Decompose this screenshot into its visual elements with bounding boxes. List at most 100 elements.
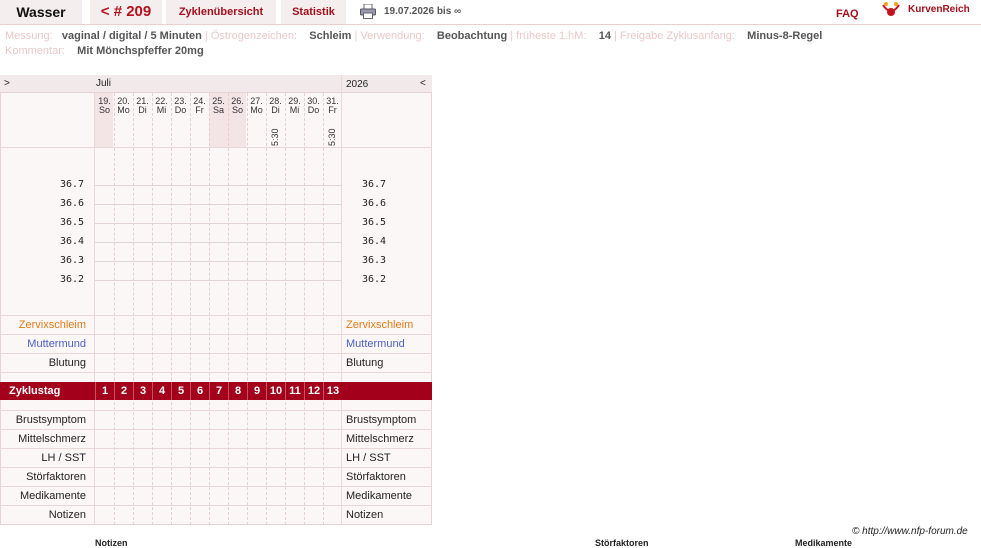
temp-label-right: 36.3 <box>362 255 387 266</box>
hm-value: 14 <box>598 30 611 42</box>
temp-label-left: 36.2 <box>60 274 85 285</box>
day-divider <box>114 93 115 525</box>
day-weekday: Sa <box>212 105 224 115</box>
hm-label: früheste 1.hM: <box>516 30 587 42</box>
stoerfaktoren-section-heading: Störfaktoren <box>595 538 649 548</box>
month-label: Juli <box>96 78 112 89</box>
stoerfaktoren-label-right[interactable]: Störfaktoren <box>346 468 406 486</box>
day-weekday: Do <box>307 105 320 115</box>
lh-sst-label-right[interactable]: LH / SST <box>346 449 391 467</box>
stoerfaktoren-label-left[interactable]: Störfaktoren <box>0 468 86 486</box>
zyklustag-number: 7 <box>209 382 228 400</box>
zyklustag-number: 2 <box>114 382 133 400</box>
temp-label-right: 36.2 <box>362 274 387 285</box>
day-weekday: Di <box>138 105 147 115</box>
day-header-divider <box>0 147 432 148</box>
messung-value: vaginal / digital / 5 Minuten <box>61 30 202 42</box>
statistics-tab[interactable]: Statistik <box>281 0 346 24</box>
day-divider <box>323 93 324 525</box>
temp-label-left: 36.7 <box>60 179 85 190</box>
info-line-1: Messung: vaginal / digital / 5 Minuten |… <box>5 30 823 42</box>
zyklustag-number: 13 <box>323 382 342 400</box>
brustsymptom-label-right[interactable]: Brustsymptom <box>346 411 416 429</box>
temp-label-right: 36.5 <box>362 217 387 228</box>
day-divider <box>266 93 267 525</box>
brustsymptom-label-left[interactable]: Brustsymptom <box>0 411 86 429</box>
zyklustag-number: 9 <box>247 382 266 400</box>
blutung-label-left[interactable]: Blutung <box>0 354 86 372</box>
kurvenreich-logo-text[interactable]: KurvenReich <box>908 0 970 20</box>
faq-link[interactable]: FAQ <box>836 3 859 25</box>
top-divider <box>0 24 981 25</box>
notizen-label-right[interactable]: Notizen <box>346 506 383 524</box>
day-divider <box>304 93 305 525</box>
zyklustag-number: 11 <box>285 382 304 400</box>
verwendung-label: Verwendung: <box>360 30 425 42</box>
temp-label-left: 36.3 <box>60 255 85 266</box>
day-weekday: So <box>98 105 110 115</box>
zyklustag-number: 4 <box>152 382 171 400</box>
kommentar-label: Kommentar: <box>5 45 65 57</box>
notizen-label-left[interactable]: Notizen <box>0 506 86 524</box>
row-divider <box>0 372 432 373</box>
zyklustag-number: 1 <box>95 382 114 400</box>
verwendung-value: Beobachtung <box>436 30 508 42</box>
day-weekday: Mi <box>289 105 300 115</box>
zyklustag-number: 6 <box>190 382 209 400</box>
printer-icon[interactable] <box>360 4 376 19</box>
zyklustag-number: 10 <box>266 382 285 400</box>
freigabe-value: Minus-8-Regel <box>747 30 823 42</box>
zyklustag-label: Zyklustag <box>9 385 61 397</box>
messung-label: Messung: <box>5 30 53 42</box>
day-divider <box>247 93 248 525</box>
day-divider <box>152 93 153 525</box>
muttermund-label-right[interactable]: Muttermund <box>346 335 405 353</box>
year-label: 2026 <box>346 79 369 90</box>
left-column-divider <box>94 93 95 525</box>
day-weekday: Fr <box>328 105 337 115</box>
temp-label-right: 36.7 <box>362 179 387 190</box>
day-divider <box>285 93 286 525</box>
day-divider <box>133 93 134 525</box>
day-weekday: So <box>231 105 243 115</box>
day-weekday: Di <box>271 105 280 115</box>
blutung-label-right[interactable]: Blutung <box>346 354 383 372</box>
copyright-text: © http://www.nfp-forum.de <box>852 526 968 537</box>
cycle-tab[interactable]: < # 209 <box>90 0 162 24</box>
temp-label-right: 36.6 <box>362 198 387 209</box>
next-nav-button[interactable]: > <box>4 76 10 92</box>
temp-label-right: 36.4 <box>362 236 387 247</box>
oestrogen-label: Östrogenzeichen: <box>210 30 298 42</box>
day-weekday: Fr <box>195 105 204 115</box>
day-divider <box>228 93 229 525</box>
medikamente-label-right[interactable]: Medikamente <box>346 487 412 505</box>
zyklustag-number: 5 <box>171 382 190 400</box>
muttermund-label-left[interactable]: Muttermund <box>0 335 86 353</box>
mittelschmerz-label-right[interactable]: Mittelschmerz <box>346 430 414 448</box>
day-weekday: Do <box>174 105 187 115</box>
medikamente-section-heading: Medikamente <box>795 538 853 548</box>
zyklustag-number: 8 <box>228 382 247 400</box>
temp-label-left: 36.4 <box>60 236 85 247</box>
medikamente-label-left[interactable]: Medikamente <box>0 487 86 505</box>
name-tab[interactable]: Wasser <box>0 0 82 24</box>
mittelschmerz-label-left[interactable]: Mittelschmerz <box>0 430 86 448</box>
lh-sst-label-left[interactable]: LH / SST <box>0 449 86 467</box>
day-weekday: Mo <box>117 105 130 115</box>
prev-nav-button[interactable]: < <box>420 76 426 92</box>
measure-time: 5:30 <box>327 128 337 146</box>
temp-label-left: 36.6 <box>60 198 85 209</box>
day-divider <box>171 93 172 525</box>
measure-time: 5:30 <box>270 128 280 146</box>
temp-label-left: 36.5 <box>60 217 85 228</box>
cycle-overview-tab[interactable]: Zyklenübersicht <box>166 0 276 24</box>
zervixschleim-label-left[interactable]: Zervixschleim <box>0 316 86 334</box>
oestrogen-value: Schleim <box>309 30 352 42</box>
zyklustag-number: 12 <box>304 382 323 400</box>
kurvenreich-logo-icon[interactable] <box>881 1 901 19</box>
zyklustag-number: 3 <box>133 382 152 400</box>
day-weekday: Mi <box>156 105 167 115</box>
zervixschleim-label-right[interactable]: Zervixschleim <box>346 316 413 334</box>
date-range: 19.07.2026 bis ∞ <box>384 6 462 17</box>
info-line-2: Kommentar: Mit Mönchspfeffer 20mg <box>5 44 204 58</box>
